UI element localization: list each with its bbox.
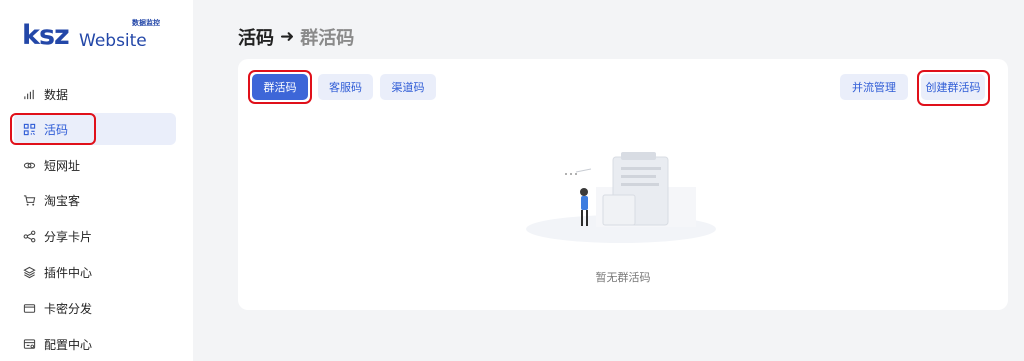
title-main: 活码 bbox=[238, 28, 274, 49]
content-card: 群活码 客服码 渠道码 并流管理 创建群活码 暂无群活码 bbox=[238, 59, 1008, 310]
page-title: 活码 ➜ 群活码 bbox=[238, 24, 354, 50]
bar-chart-icon bbox=[22, 87, 36, 101]
sidebar-item-data[interactable]: 数据 bbox=[14, 78, 176, 110]
logo-website: Website bbox=[79, 31, 147, 51]
empty-illustration bbox=[521, 147, 721, 247]
logo-ksz: ksz bbox=[22, 20, 70, 51]
sidebar-item-label: 短网址 bbox=[44, 158, 81, 173]
cart-icon bbox=[22, 193, 36, 207]
sidebar-item-card-distribution[interactable]: 卡密分发 bbox=[14, 292, 176, 324]
card-icon bbox=[22, 301, 36, 315]
sidebar-item-label: 配置中心 bbox=[44, 337, 93, 352]
sidebar: ksz Website 数据监控 数据 活码 短网址 淘宝客 分享卡片 插件中心… bbox=[0, 0, 193, 361]
sidebar-item-short-url[interactable]: 短网址 bbox=[14, 149, 176, 181]
sidebar-item-label: 数据 bbox=[44, 87, 69, 102]
empty-state-text: 暂无群活码 bbox=[595, 271, 651, 284]
share-icon bbox=[22, 229, 36, 243]
active-item-highlight bbox=[10, 113, 96, 145]
sidebar-item-config-center[interactable]: 配置中心 bbox=[14, 328, 176, 360]
sidebar-item-plugin-center[interactable]: 插件中心 bbox=[14, 256, 176, 288]
sidebar-item-label: 淘宝客 bbox=[44, 193, 81, 208]
settings-panel-icon bbox=[22, 337, 36, 351]
tab-service-code[interactable]: 客服码 bbox=[318, 74, 373, 100]
title-sub: 群活码 bbox=[300, 28, 355, 49]
sidebar-item-label: 卡密分发 bbox=[44, 301, 93, 316]
tab-channel-code[interactable]: 渠道码 bbox=[380, 74, 436, 100]
logo-subtitle: 数据监控 bbox=[132, 19, 160, 27]
create-button-highlight bbox=[917, 70, 990, 106]
link-icon bbox=[22, 158, 36, 172]
sidebar-item-label: 分享卡片 bbox=[44, 229, 93, 244]
layers-icon bbox=[22, 265, 36, 279]
sidebar-item-share-card[interactable]: 分享卡片 bbox=[14, 220, 176, 252]
arrow-right-icon: ➜ bbox=[280, 27, 295, 47]
tab-highlight bbox=[248, 70, 312, 104]
sidebar-item-taobaoke[interactable]: 淘宝客 bbox=[14, 184, 176, 216]
merge-management-button[interactable]: 并流管理 bbox=[840, 74, 908, 100]
sidebar-item-label: 插件中心 bbox=[44, 265, 93, 280]
logo[interactable]: ksz Website 数据监控 bbox=[22, 18, 172, 58]
